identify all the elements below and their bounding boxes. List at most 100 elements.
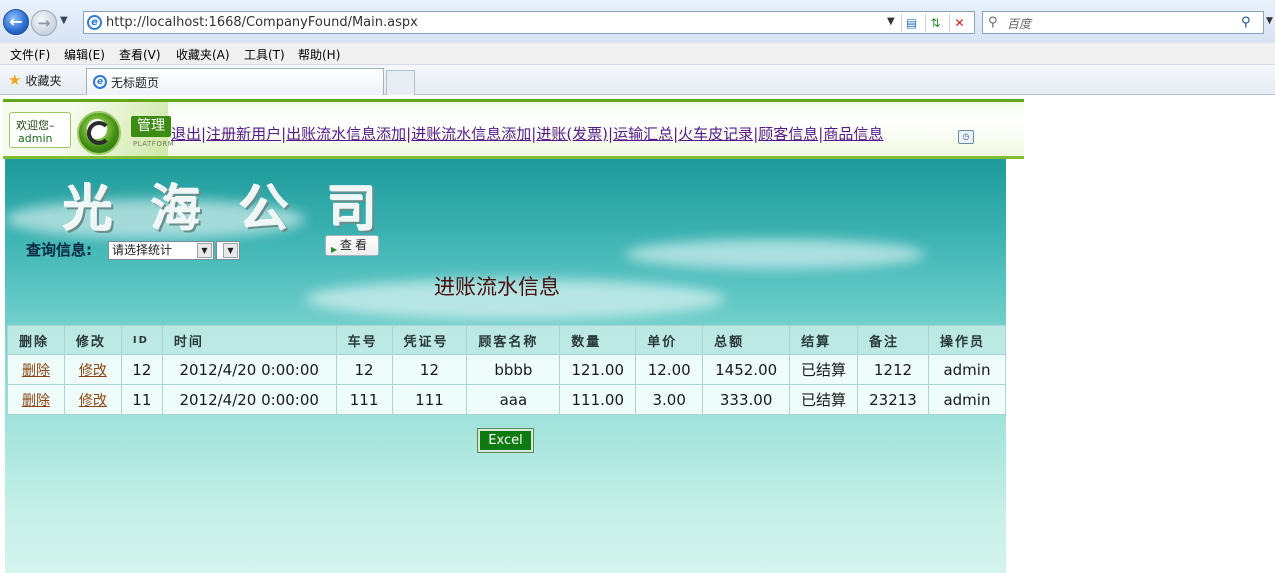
excel-export-button[interactable]: Excel [477, 428, 534, 453]
play-icon: ▶ [331, 245, 341, 254]
menu-tools[interactable]: 工具(T) [244, 46, 285, 63]
table-row: 删除 修改 12 2012/4/20 0:00:00 12 12 bbbb 12… [7, 354, 1006, 385]
nav-transport-summary[interactable]: 运输汇总 [613, 125, 673, 143]
menu-edit[interactable]: 编辑(E) [64, 46, 105, 63]
delete-link[interactable]: 删除 [22, 363, 50, 379]
favorites-button[interactable]: ★ 收藏夹 [8, 71, 61, 89]
col-time: 时间 [161, 325, 337, 355]
management-badge: 管理 [131, 116, 171, 137]
col-remark: 备注 [857, 325, 929, 355]
cell-car-no: 12 [335, 354, 393, 385]
menu-bar: 文件(F) 编辑(E) 查看(V) 收藏夹(A) 工具(T) 帮助(H) [0, 42, 1275, 64]
cell-customer-name: aaa [466, 384, 561, 415]
new-tab-button[interactable] [386, 70, 415, 95]
welcome-box: 欢迎您– admin [9, 112, 71, 148]
cell-voucher-no: 111 [391, 384, 468, 415]
page-heading: 进账流水信息 [434, 275, 560, 299]
cell-settlement: 已结算 [789, 354, 859, 385]
statistics-select-value: 请选择统计 [112, 243, 173, 257]
col-delete: 删除 [7, 325, 65, 355]
cell-unit-price: 3.00 [635, 384, 704, 415]
view-button-label: 查看 [340, 238, 371, 252]
edit-link[interactable]: 修改 [79, 363, 107, 379]
content-banner: 光海公司 查询信息: 请选择统计 ▼ ▼ ▶ 查看 进账流水信息 删除 修改 ID… [5, 159, 1006, 573]
col-id: ID [120, 325, 163, 355]
menu-favorites[interactable]: 收藏夹(A) [176, 46, 230, 63]
cell-customer-name: bbbb [466, 354, 561, 385]
col-voucher-no: 凭证号 [391, 325, 468, 355]
col-operator: 操作员 [927, 325, 1006, 355]
top-nav-links: 退出|注册新用户|出账流水信息添加|进账流水信息添加|进账(发票)|运输汇总|火… [171, 125, 884, 143]
cell-quantity: 111.00 [559, 384, 637, 415]
cell-id: 11 [120, 384, 163, 415]
star-icon: ★ [8, 71, 22, 89]
search-provider-icon: ⚲ [988, 15, 998, 30]
query-label: 查询信息: [26, 241, 92, 259]
favorites-label: 收藏夹 [25, 74, 62, 88]
cell-remark: 1212 [857, 354, 929, 385]
chevron-down-icon[interactable]: ▼ [223, 243, 238, 258]
col-unit-price: 单价 [635, 325, 704, 355]
search-placeholder: 百度 [1007, 17, 1032, 31]
menu-help[interactable]: 帮助(H) [298, 46, 340, 63]
incoming-transactions-table: 删除 修改 ID 时间 车号 凭证号 顾客名称 数量 单价 总额 结算 备注 操… [7, 325, 1006, 415]
compatibility-view-icon[interactable]: ▤ [901, 14, 921, 32]
nav-customer-info[interactable]: 顾客信息 [758, 125, 818, 143]
delete-link-cell: 删除 [7, 354, 65, 385]
nav-add-outgoing[interactable]: 出账流水信息添加 [286, 125, 406, 143]
cell-voucher-no: 12 [391, 354, 468, 385]
ie-page-icon: e [87, 15, 102, 30]
cell-settlement: 已结算 [789, 384, 859, 415]
nav-register-user[interactable]: 注册新用户 [206, 125, 281, 143]
menu-file[interactable]: 文件(F) [10, 46, 50, 63]
nav-logout[interactable]: 退出 [171, 125, 201, 143]
favorites-bar: ★ 收藏夹 e 无标题页 [0, 64, 1275, 95]
cell-quantity: 121.00 [559, 354, 637, 385]
cell-unit-price: 12.00 [635, 354, 704, 385]
cell-id: 12 [120, 354, 163, 385]
col-customer-name: 顾客名称 [466, 325, 561, 355]
url-input[interactable]: e http://localhost:1668/CompanyFound/Mai… [83, 11, 975, 34]
table-header-row: 删除 修改 ID 时间 车号 凭证号 顾客名称 数量 单价 总额 结算 备注 操… [7, 325, 1006, 355]
browser-tab-active[interactable]: e 无标题页 [86, 68, 384, 95]
stop-icon[interactable]: ✕ [949, 14, 969, 32]
edit-link-cell: 修改 [63, 354, 122, 385]
forward-arrow-icon[interactable]: → [31, 10, 57, 36]
nav-incoming-invoice[interactable]: 进账(发票) [536, 125, 608, 143]
cell-remark: 23213 [857, 384, 929, 415]
clock-icon[interactable]: ◷ [958, 130, 974, 144]
col-car-no: 车号 [335, 325, 393, 355]
cell-operator: admin [927, 354, 1006, 385]
refresh-icon[interactable]: ⇅ [925, 14, 945, 32]
edit-link-cell: 修改 [63, 384, 122, 415]
menu-view[interactable]: 查看(V) [119, 46, 161, 63]
view-button[interactable]: ▶ 查看 [325, 235, 379, 256]
tab-title: 无标题页 [111, 76, 160, 90]
welcome-text: 欢迎您– [16, 119, 55, 132]
username: admin [18, 132, 53, 145]
back-arrow-icon[interactable]: ← [3, 9, 29, 35]
col-edit: 修改 [63, 325, 122, 355]
url-text[interactable]: http://localhost:1668/CompanyFound/Main.… [106, 15, 418, 30]
search-dropdown-icon[interactable]: ▼ [1266, 16, 1273, 26]
delete-link[interactable]: 删除 [22, 393, 50, 409]
ie-page-icon: e [93, 75, 107, 89]
site-header: 欢迎您– admin 管理 PLATFORM 退出|注册新用户|出账流水信息添加… [3, 99, 1024, 159]
company-title: 光海公司 [63, 179, 415, 238]
nav-train-records[interactable]: 火车皮记录 [678, 125, 753, 143]
col-quantity: 数量 [559, 325, 637, 355]
cell-time: 2012/4/20 0:00:00 [161, 384, 337, 415]
cell-time: 2012/4/20 0:00:00 [161, 354, 337, 385]
search-input[interactable]: ⚲ 百度 ⚲ [982, 11, 1264, 34]
cell-total: 333.00 [702, 384, 791, 415]
url-dropdown-icon[interactable]: ▼ [887, 16, 895, 27]
chevron-down-icon[interactable]: ▼ [197, 243, 212, 258]
edit-link[interactable]: 修改 [79, 393, 107, 409]
history-dropdown-icon[interactable]: ▼ [60, 15, 68, 26]
platform-label: PLATFORM [133, 140, 175, 148]
search-icon[interactable]: ⚲ [1241, 15, 1251, 30]
secondary-select[interactable]: ▼ [216, 241, 240, 260]
statistics-select[interactable]: 请选择统计 ▼ [108, 241, 214, 260]
nav-add-incoming[interactable]: 进账流水信息添加 [411, 125, 531, 143]
nav-product-info[interactable]: 商品信息 [823, 125, 883, 143]
